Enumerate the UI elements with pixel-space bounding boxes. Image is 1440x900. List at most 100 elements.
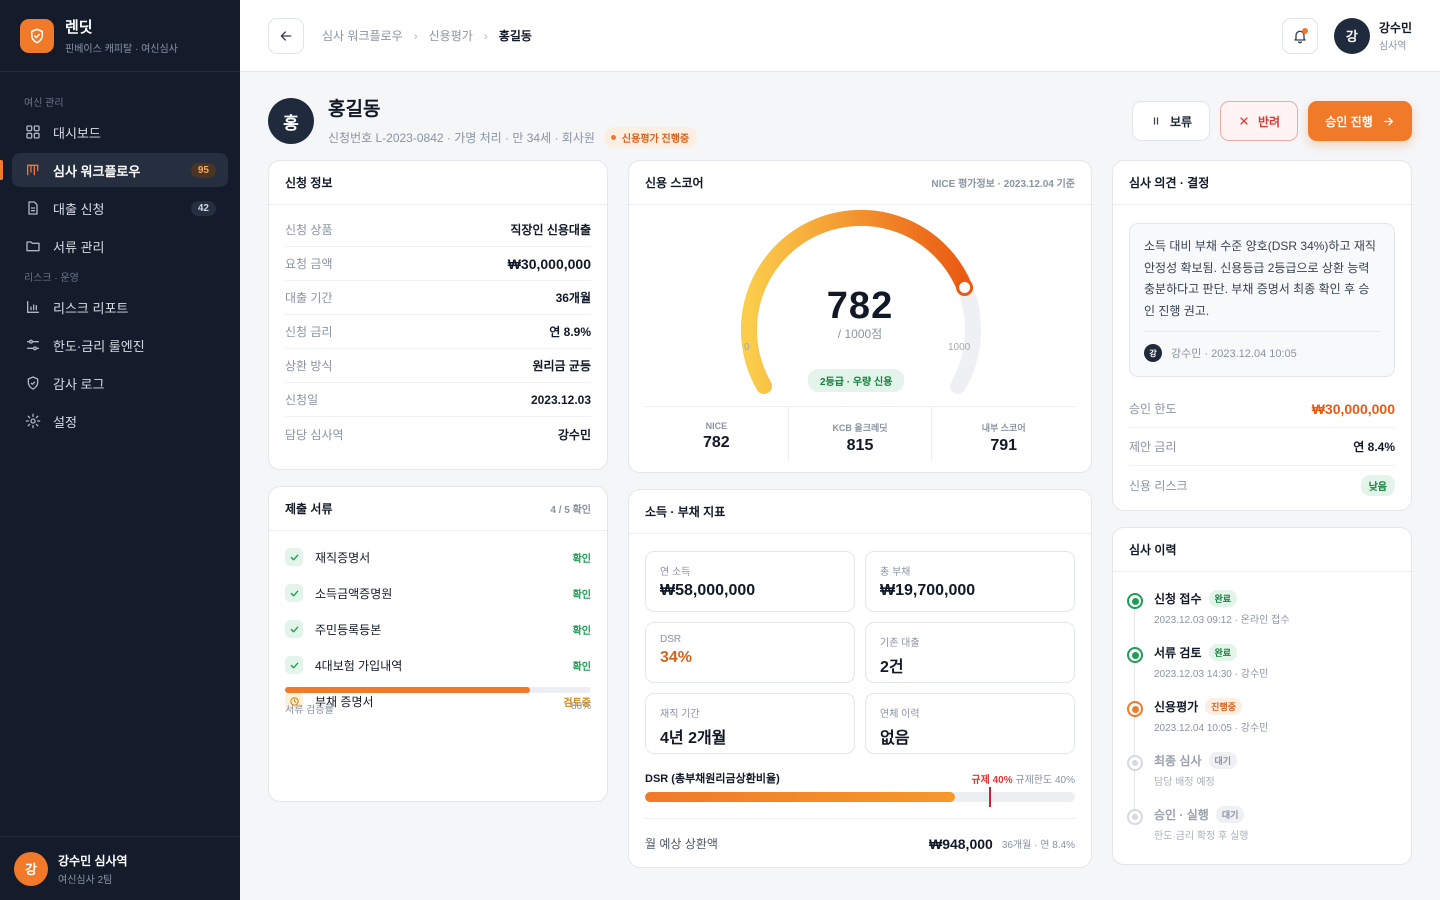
pause-icon xyxy=(1150,115,1162,127)
count-badge: 95 xyxy=(190,162,216,178)
bar-chart-icon xyxy=(24,298,42,316)
repay-label: 월 예상 상환액 xyxy=(645,837,718,851)
approval-limit-row: 승인 한도 ₩30,000,000 xyxy=(1129,390,1395,428)
sliders-icon xyxy=(24,336,42,354)
bureau-label: NICE xyxy=(705,421,728,431)
sidebar-item-documents[interactable]: 서류 관리 xyxy=(12,229,228,263)
sidebar-user-name: 강수민 심사역 xyxy=(58,853,128,868)
bureau-scores: NICE 782 KCB 올크레딧 815 내부 스코어 791 xyxy=(645,406,1075,460)
document-name: 주민등록등본 xyxy=(315,622,382,637)
sidebar-item-settings[interactable]: 설정 xyxy=(12,404,228,438)
avatar: 강 xyxy=(14,851,48,886)
gauge-min-label: 0 xyxy=(744,342,750,353)
decision-card: 심사 의견 · 결정 소득 대비 부채 수준 양호(DSR 34%)하고 재직 … xyxy=(1112,160,1412,511)
info-row: 신청 상품 직장인 신용대출 xyxy=(285,213,591,247)
avatar[interactable]: 강 xyxy=(1333,17,1370,54)
sidebar-item-dashboard[interactable]: 대시보드 xyxy=(12,115,228,149)
row-label: 승인 한도 xyxy=(1129,402,1177,416)
applicant-header: 홍 홍길동 신청번호 L-2023-0842 · 가명 처리 · 만 34세 ·… xyxy=(268,96,1412,148)
repay-value: ₩948,000 xyxy=(928,835,993,852)
sidebar-item-label: 대출 신청 xyxy=(53,201,105,217)
breadcrumb-credit-eval[interactable]: 신용평가 xyxy=(429,27,473,44)
arrow-right-icon xyxy=(1382,115,1395,128)
applicant-avatar: 홍 xyxy=(268,98,314,144)
back-button[interactable] xyxy=(268,17,304,54)
grid-icon xyxy=(24,123,42,141)
row-label: 제안 금리 xyxy=(1129,440,1177,454)
info-value: 2023.12.03 xyxy=(530,392,591,407)
info-row: 요청 금액 ₩30,000,000 xyxy=(285,247,591,281)
nav-section-risk: 리스크 · 운영 xyxy=(24,273,79,284)
approve-button[interactable]: 승인 진행 xyxy=(1308,101,1412,141)
repay-terms: 36개월 · 연 8.4% xyxy=(1001,840,1075,851)
gear-icon xyxy=(24,412,42,430)
check-icon xyxy=(285,620,303,638)
dsr-fill xyxy=(645,792,955,802)
document-name: 4대보험 가입내역 xyxy=(315,658,403,673)
info-row: 대출 기간 36개월 xyxy=(285,281,591,315)
progress-value: 80% xyxy=(570,701,591,712)
info-row: 신청 금리 연 8.9% xyxy=(285,315,591,349)
card-title: 소득 · 부채 지표 xyxy=(645,505,726,519)
sidebar-item-label: 심사 워크플로우 xyxy=(53,163,141,179)
timeline-meta: 담당 배정 예정 xyxy=(1154,777,1215,788)
info-value: 연 8.9% xyxy=(549,325,591,339)
metric-total-debt: 총 부채 ₩19,700,000 xyxy=(865,551,1075,612)
income-debt-card: 소득 · 부채 지표 연 소득 ₩58,000,000 총 부채 ₩19,700,0… xyxy=(628,489,1092,868)
breadcrumb: 심사 워크플로우 › 신용평가 › 홍길동 xyxy=(322,27,532,44)
bureau-kcb: KCB 올크레딧 815 xyxy=(789,407,933,460)
chevron-right-icon: › xyxy=(413,28,418,43)
sidebar-user[interactable]: 강 강수민 심사역 여신심사 2팀 xyxy=(0,836,240,900)
sidebar-item-loan-application[interactable]: 대출 신청 42 xyxy=(12,191,228,225)
bureau-value: 815 xyxy=(846,437,874,454)
review-history-card: 심사 이력 신청 접수 완료 2023.12.03 09:12 · 온라인 접수 서류… xyxy=(1112,527,1412,865)
document-name: 소득금액증명원 xyxy=(315,586,393,601)
info-label: 상환 방식 xyxy=(285,359,333,373)
document-icon xyxy=(24,199,42,217)
row-value: ₩30,000,000 xyxy=(1311,400,1395,417)
info-label: 대출 기간 xyxy=(285,291,333,305)
application-info-card: 신청 정보 신청 상품 직장인 신용대출 요청 금액 ₩30,000,000 대출 기간… xyxy=(268,160,608,470)
hold-button[interactable]: 보류 xyxy=(1132,101,1210,141)
sidebar-item-risk-report[interactable]: 리스크 리포트 xyxy=(12,290,228,324)
document-item[interactable]: 재직증명서 확인 xyxy=(285,539,591,575)
timeline-item: 승인 · 실행 대기 한도·금리 확정 후 실행 xyxy=(1127,806,1397,860)
timeline-status-badge: 완료 xyxy=(1208,644,1238,661)
timeline: 신청 접수 완료 2023.12.03 09:12 · 온라인 접수 서류 검토 완료 2… xyxy=(1127,590,1397,860)
hold-label: 보류 xyxy=(1169,114,1193,129)
timeline-status-badge: 대기 xyxy=(1215,806,1245,823)
document-item[interactable]: 소득금액증명원 확인 xyxy=(285,575,591,611)
count-badge: 42 xyxy=(190,200,216,216)
sidebar: 렌딧 핀베이스 캐피탈 · 여신심사 여신 관리 대시보드 심사 워크플로우 9… xyxy=(0,0,240,900)
bureau-value: 791 xyxy=(990,437,1018,454)
card-title: 신용 스코어 xyxy=(645,176,704,190)
timeline-title: 최종 심사 xyxy=(1154,754,1202,768)
arrow-left-icon xyxy=(280,30,292,41)
info-value: ₩30,000,000 xyxy=(507,255,591,272)
notification-button[interactable] xyxy=(1281,17,1318,54)
bureau-value: 782 xyxy=(702,434,730,451)
timeline-title: 신용평가 xyxy=(1154,700,1199,714)
score-max: / 1000점 xyxy=(837,327,883,341)
dsr-header: DSR (총부채원리금상환비율) 규제 40% 규제한도 40% xyxy=(645,770,1075,786)
timeline-item: 서류 검토 완료 2023.12.03 14:30 · 강수민 xyxy=(1127,644,1397,698)
metric-annual-income: 연 소득 ₩58,000,000 xyxy=(645,551,855,612)
card-title: 심사 이력 xyxy=(1129,543,1177,557)
document-item[interactable]: 4대보험 가입내역 확인 xyxy=(285,647,591,683)
breadcrumb-workflow[interactable]: 심사 워크플로우 xyxy=(322,27,403,44)
document-status: 확인 xyxy=(572,625,591,637)
metric-label: 연체 이력 xyxy=(880,709,920,720)
metric-label: 재직 기간 xyxy=(660,709,700,720)
sidebar-item-label: 대시보드 xyxy=(53,125,101,141)
row-value: 연 8.4% xyxy=(1353,440,1395,454)
document-item[interactable]: 주민등록등본 확인 xyxy=(285,611,591,647)
sidebar-item-audit-log[interactable]: 감사 로그 xyxy=(12,366,228,400)
timeline-dot xyxy=(1127,701,1143,717)
brand[interactable]: 렌딧 핀베이스 캐피탈 · 여신심사 xyxy=(0,0,240,72)
sidebar-item-workflow[interactable]: 심사 워크플로우 95 xyxy=(0,153,228,187)
reject-button[interactable]: 반려 xyxy=(1220,101,1298,141)
document-status: 확인 xyxy=(572,589,591,601)
sidebar-item-rule-engine[interactable]: 한도·금리 룰엔진 xyxy=(12,328,228,362)
timeline-meta: 2023.12.03 14:30 · 강수민 xyxy=(1154,669,1269,680)
info-value: 강수민 xyxy=(557,427,591,442)
